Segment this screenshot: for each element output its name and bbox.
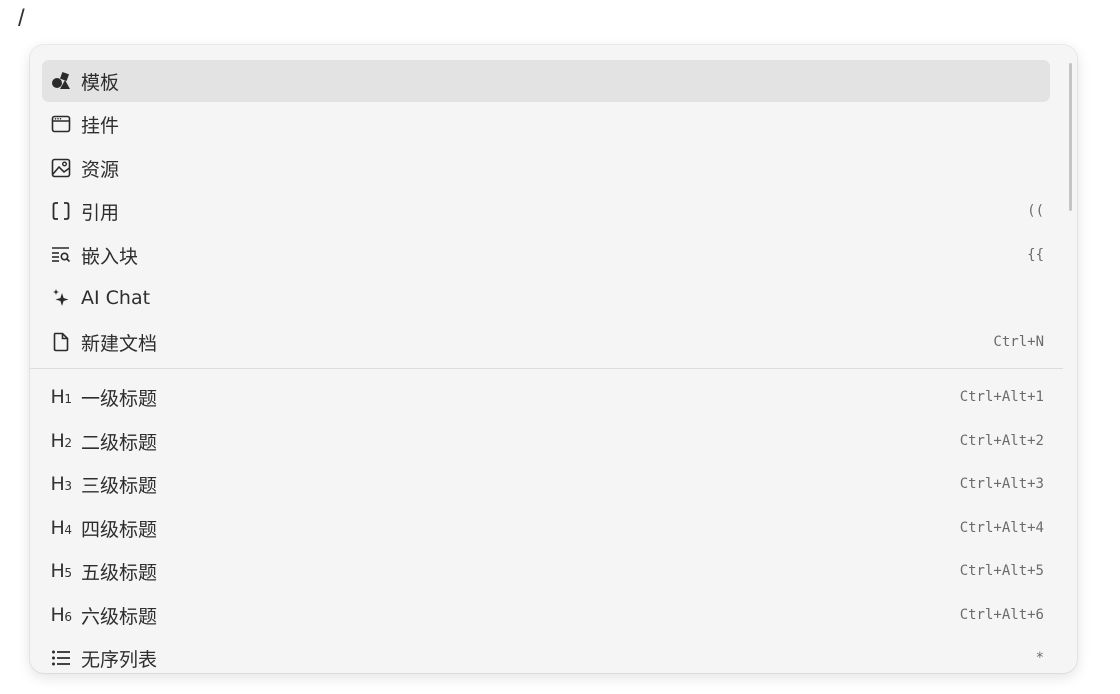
menu-item-label: 三级标题 bbox=[81, 474, 158, 497]
menu-item-template[interactable]: 模板 bbox=[42, 60, 1050, 102]
menu-item-shortcut: Ctrl+Alt+5 bbox=[959, 563, 1044, 579]
menu-item-embed-block[interactable]: 嵌入块 {{ bbox=[42, 234, 1050, 276]
menu-item-label: 二级标题 bbox=[81, 431, 158, 454]
template-icon bbox=[50, 70, 72, 92]
menu-scrollbar[interactable] bbox=[1069, 63, 1072, 211]
menu-item-shortcut: Ctrl+Alt+1 bbox=[959, 389, 1044, 405]
sparkle-icon bbox=[50, 287, 72, 309]
menu-item-new-doc[interactable]: 新建文档 Ctrl+N bbox=[42, 321, 1050, 363]
menu-item-shortcut: Ctrl+Alt+2 bbox=[959, 433, 1044, 449]
menu-divider bbox=[30, 368, 1063, 369]
menu-item-label: 新建文档 bbox=[81, 332, 158, 355]
menu-item-label: 嵌入块 bbox=[81, 245, 139, 268]
menu-item-label: AI Chat bbox=[81, 287, 151, 309]
brackets-icon bbox=[50, 200, 72, 222]
menu-item-assets[interactable]: 资源 bbox=[42, 147, 1050, 189]
menu-item-shortcut: Ctrl+Alt+6 bbox=[959, 607, 1044, 623]
menu-item-shortcut: Ctrl+Alt+4 bbox=[959, 520, 1044, 536]
widget-icon bbox=[50, 113, 72, 135]
menu-item-shortcut: * bbox=[1035, 650, 1044, 666]
menu-item-widget[interactable]: 挂件 bbox=[42, 103, 1050, 145]
heading-6-icon: H6 bbox=[50, 604, 72, 626]
menu-item-label: 四级标题 bbox=[81, 518, 158, 541]
menu-item-label: 无序列表 bbox=[81, 648, 158, 671]
slash-command-menu: 模板 挂件 资源 引用 ((嵌入块 {{AI Chat 新建文档 Ctrl+… bbox=[30, 45, 1077, 673]
menu-item-label: 六级标题 bbox=[81, 605, 158, 628]
menu-item-ai-chat[interactable]: AI Chat bbox=[42, 277, 1050, 319]
file-icon bbox=[50, 331, 72, 353]
menu-item-label: 资源 bbox=[81, 158, 120, 181]
heading-5-icon: H5 bbox=[50, 560, 72, 582]
menu-item-label: 五级标题 bbox=[81, 561, 158, 584]
menu-item-heading-5[interactable]: H5 五级标题 Ctrl+Alt+5 bbox=[42, 550, 1050, 592]
heading-4-icon: H4 bbox=[50, 517, 72, 539]
menu-item-heading-2[interactable]: H2 二级标题 Ctrl+Alt+2 bbox=[42, 420, 1050, 462]
heading-1-icon: H1 bbox=[50, 386, 72, 408]
heading-3-icon: H3 bbox=[50, 473, 72, 495]
bullet-list-icon bbox=[50, 647, 72, 669]
menu-item-label: 挂件 bbox=[81, 114, 120, 137]
menu-item-shortcut: {{ bbox=[1027, 247, 1044, 263]
menu-items: 模板 挂件 资源 引用 ((嵌入块 {{AI Chat 新建文档 Ctrl+… bbox=[30, 45, 1077, 673]
menu-item-heading-3[interactable]: H3 三级标题 Ctrl+Alt+3 bbox=[42, 463, 1050, 505]
menu-item-label: 引用 bbox=[81, 201, 120, 224]
menu-item-shortcut: (( bbox=[1027, 203, 1044, 219]
embed-search-icon bbox=[50, 244, 72, 266]
menu-item-heading-6[interactable]: H6 六级标题 Ctrl+Alt+6 bbox=[42, 594, 1050, 636]
menu-item-label: 模板 bbox=[81, 71, 120, 94]
heading-2-icon: H2 bbox=[50, 430, 72, 452]
image-icon bbox=[50, 157, 72, 179]
menu-item-label: 一级标题 bbox=[81, 387, 158, 410]
menu-item-bullet-list[interactable]: 无序列表 * bbox=[42, 637, 1050, 673]
menu-item-shortcut: Ctrl+N bbox=[993, 334, 1044, 350]
menu-item-reference[interactable]: 引用 (( bbox=[42, 190, 1050, 232]
menu-item-shortcut: Ctrl+Alt+3 bbox=[959, 476, 1044, 492]
menu-item-heading-4[interactable]: H4 四级标题 Ctrl+Alt+4 bbox=[42, 507, 1050, 549]
editor-trigger-slash: / bbox=[18, 5, 25, 32]
menu-item-heading-1[interactable]: H1 一级标题 Ctrl+Alt+1 bbox=[42, 376, 1050, 418]
